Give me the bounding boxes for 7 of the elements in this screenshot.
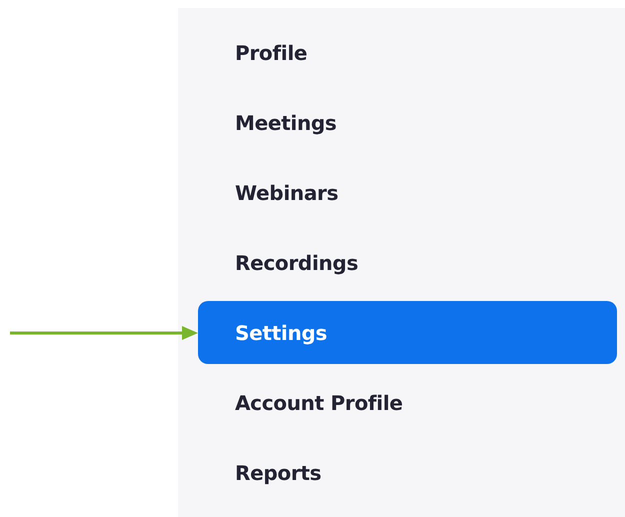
sidebar-item[interactable]: Reports [198, 441, 617, 504]
sidebar-item[interactable]: Recordings [198, 231, 617, 294]
sidebar-item[interactable]: Account Profile [198, 371, 617, 434]
sidebar-item[interactable]: Meetings [198, 91, 617, 154]
sidebar-item[interactable]: Profile [198, 21, 617, 84]
sidebar-item[interactable]: Webinars [198, 161, 617, 224]
sidebar-item[interactable]: Settings [198, 301, 617, 364]
